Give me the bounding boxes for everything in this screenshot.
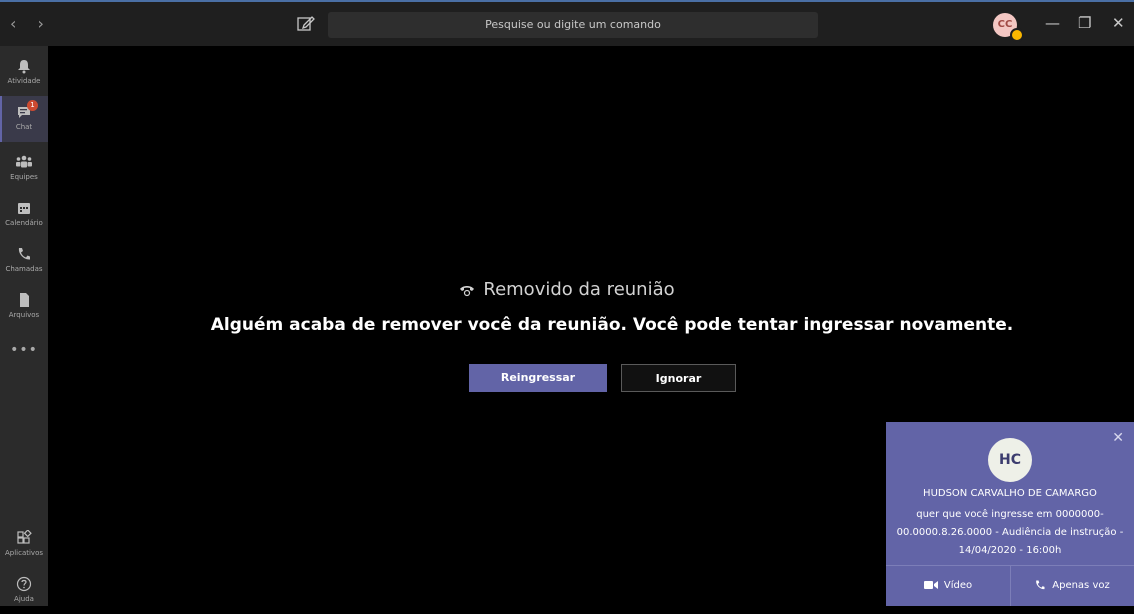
more-apps-button[interactable]: ••• — [0, 342, 48, 358]
notification-badge: 1 — [27, 100, 38, 111]
video-camera-icon — [923, 581, 938, 589]
title-bar: ‹ › Pesquise ou digite um comando CC — ❐… — [0, 0, 1134, 46]
back-button[interactable]: ‹ — [10, 14, 24, 33]
rail-label: Chamadas — [5, 265, 43, 273]
calendar-icon — [18, 203, 30, 214]
status-away-icon — [1010, 28, 1024, 42]
rail-item-atividade[interactable]: Atividade — [0, 50, 48, 96]
removed-title-text: Removido da reunião — [483, 279, 675, 300]
apps-icon — [17, 530, 32, 544]
rail-label: Aplicativos — [4, 549, 44, 557]
rail-item-aplicativos[interactable]: Aplicativos — [0, 522, 48, 568]
search-input[interactable]: Pesquise ou digite um comando — [328, 12, 818, 38]
minimize-button[interactable]: — — [1045, 14, 1060, 32]
phone-icon — [18, 248, 30, 260]
invite-text: quer que você ingresse em 0000000- 00.00… — [886, 506, 1134, 560]
forward-button[interactable]: › — [38, 14, 52, 33]
rail-label: Calendário — [5, 219, 43, 227]
rail-label: Ajuda — [14, 595, 34, 603]
rail-item-equipes[interactable]: Equipes — [0, 146, 48, 192]
rail-label: Atividade — [7, 77, 41, 85]
toast-actions: Vídeo Apenas voz — [886, 565, 1134, 606]
ignore-button[interactable]: Ignorar — [621, 364, 736, 392]
rail-label: Equipes — [10, 173, 38, 181]
close-window-button[interactable]: ✕ — [1112, 14, 1125, 32]
invite-line: quer que você ingresse em 0000000- — [916, 509, 1104, 520]
teams-icon — [16, 155, 32, 168]
restore-button[interactable]: ❐ — [1078, 14, 1091, 32]
voice-label: Apenas voz — [1052, 580, 1110, 591]
nav-arrows: ‹ › — [10, 14, 52, 33]
rail-item-calendario[interactable]: Calendário — [0, 192, 48, 238]
rail-item-chamadas[interactable]: Chamadas — [0, 238, 48, 284]
invite-line: 14/04/2020 - 16:00h — [958, 545, 1062, 556]
join-audio-button[interactable]: Apenas voz — [1010, 566, 1134, 606]
rail-item-ajuda[interactable]: Ajuda — [0, 568, 48, 614]
caller-name: HUDSON CARVALHO DE CAMARGO — [923, 488, 1097, 499]
bell-icon — [18, 60, 30, 74]
invite-line: 00.0000.8.26.0000 - Audiência de instruç… — [896, 527, 1124, 538]
rail-label: Chat — [15, 123, 33, 131]
help-icon — [16, 576, 32, 592]
close-icon[interactable]: ✕ — [1112, 430, 1124, 446]
phone-icon — [1036, 580, 1045, 590]
caller-avatar: HC — [988, 438, 1032, 482]
join-video-button[interactable]: Vídeo — [886, 566, 1011, 606]
hang-up-icon — [460, 286, 475, 297]
rejoin-button[interactable]: Reingressar — [469, 364, 607, 392]
video-label: Vídeo — [943, 580, 973, 591]
removed-title: Removido da reunião — [0, 279, 1134, 300]
rail-item-chat[interactable]: Chat 1 — [0, 96, 48, 142]
compose-icon[interactable] — [296, 14, 316, 32]
removed-message: Alguém acaba de remover você da reunião.… — [210, 315, 1014, 335]
meeting-invite-toast: ✕ HC HUDSON CARVALHO DE CAMARGO quer que… — [886, 422, 1134, 606]
